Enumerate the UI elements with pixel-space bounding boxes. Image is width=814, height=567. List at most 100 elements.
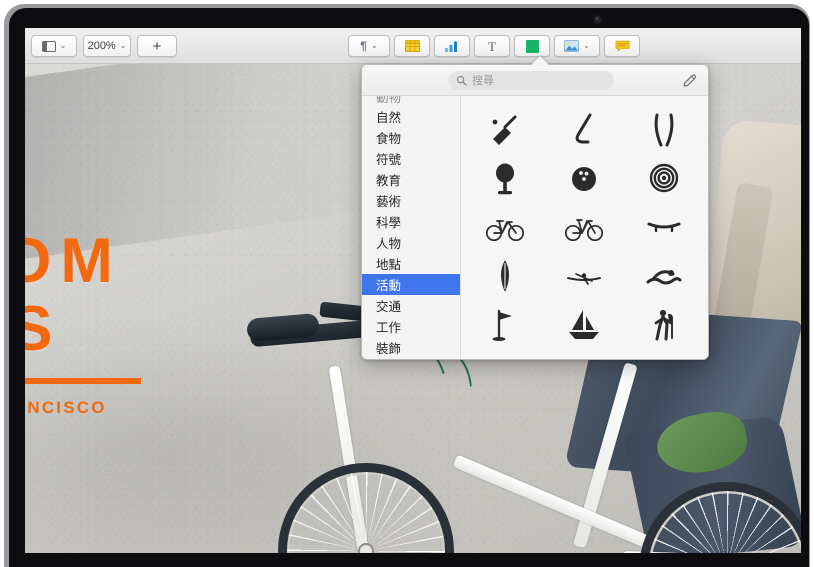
table-button[interactable] <box>394 35 430 57</box>
sailboat-icon <box>569 309 600 339</box>
view-button[interactable]: ⌄ <box>31 35 77 57</box>
category-label: 交通 <box>376 300 402 314</box>
search-field[interactable] <box>448 71 614 90</box>
format-button[interactable]: ¶ ⌄ <box>348 35 390 57</box>
shape-cell-17[interactable] <box>624 349 704 359</box>
shape-cell-11[interactable] <box>624 251 704 300</box>
category-label: 符號 <box>376 153 402 167</box>
slide-title-block[interactable]: STOM KES S, SAN FRANCISCO <box>25 229 141 418</box>
category-item-0[interactable]: 動物 <box>362 96 460 106</box>
media-image-icon <box>564 40 580 52</box>
app-toolbar: ⌄ 200% ⌄ + ¶ ⌄ T ⌄ <box>25 28 801 64</box>
road-bicycle-icon <box>485 219 524 241</box>
shape-cell-16[interactable] <box>545 349 625 359</box>
shape-cell-3[interactable] <box>465 153 545 202</box>
chart-icon <box>445 41 457 52</box>
crossed-skis-icon <box>654 113 674 146</box>
category-item-2[interactable]: 食物 <box>362 127 460 148</box>
zoom-level-label: 200% <box>87 40 116 52</box>
table-tennis-paddle-icon <box>495 163 514 194</box>
shape-cell-12[interactable] <box>465 300 545 349</box>
pen-draw-icon[interactable] <box>681 72 698 89</box>
category-label: 教育 <box>376 174 402 188</box>
category-label: 人物 <box>376 237 402 251</box>
chart-button[interactable] <box>434 35 470 57</box>
bowling-ball-icon <box>572 166 597 191</box>
cricket-bat-icon <box>492 115 517 145</box>
add-slide-button[interactable]: + <box>137 35 177 57</box>
shape-cell-10[interactable] <box>545 251 625 300</box>
category-item-10[interactable]: 交通 <box>362 295 460 316</box>
shape-cell-2[interactable] <box>624 104 704 153</box>
slide-subtitle: S, SAN FRANCISCO <box>25 397 107 417</box>
popover-header <box>362 65 708 96</box>
category-item-12[interactable]: 裝飾 <box>362 337 460 358</box>
category-label: 地點 <box>376 258 402 272</box>
shape-cell-1[interactable] <box>545 104 625 153</box>
media-button[interactable]: ⌄ <box>554 35 600 57</box>
popover-body: 動物自然食物符號教育藝術科學人物地點活動交通工作裝飾 <box>362 96 708 359</box>
category-item-3[interactable]: 符號 <box>362 148 460 169</box>
hockey-stick-icon <box>576 113 592 143</box>
category-item-4[interactable]: 教育 <box>362 169 460 190</box>
boot-icon <box>577 358 587 359</box>
search-input[interactable] <box>472 74 606 87</box>
category-label: 自然 <box>376 111 402 125</box>
text-button[interactable]: T <box>474 35 510 57</box>
category-label: 裝飾 <box>376 342 402 356</box>
shape-cell-5[interactable] <box>624 153 704 202</box>
category-item-9[interactable]: 活動 <box>362 274 460 295</box>
slide-title-rule <box>25 377 141 384</box>
rowing-scull-icon <box>567 272 602 285</box>
category-label: 動物 <box>376 96 402 105</box>
chevron-down-icon: ⌄ <box>59 41 67 50</box>
category-item-8[interactable]: 地點 <box>362 253 460 274</box>
view-panel-icon <box>41 40 56 52</box>
category-label: 活動 <box>376 279 402 293</box>
beach-umbrella-icon <box>485 354 525 360</box>
category-list[interactable]: 動物自然食物符號教育藝術科學人物地點活動交通工作裝飾 <box>362 96 461 359</box>
category-item-11[interactable]: 工作 <box>362 316 460 337</box>
shape-cell-4[interactable] <box>545 153 625 202</box>
skateboard-icon <box>647 222 681 232</box>
chevron-down-icon: ⌄ <box>119 41 127 50</box>
shape-glyph-grid[interactable] <box>461 96 708 359</box>
shape-icon <box>525 39 539 53</box>
shape-cell-8[interactable] <box>624 202 704 251</box>
laptop-device: STOM KES S, SAN FRANCISCO ⌄ 200% ⌄ + ¶ ⌄ <box>0 0 814 567</box>
slide-title-line-2: KES <box>25 294 62 365</box>
dartboard-icon <box>649 163 679 192</box>
text-icon: T <box>488 38 496 54</box>
screen-chin <box>9 553 809 567</box>
camera-dot-icon <box>594 16 601 23</box>
swimmer-icon <box>646 269 682 284</box>
shape-cell-15[interactable] <box>465 349 545 359</box>
app-window: STOM KES S, SAN FRANCISCO ⌄ 200% ⌄ + ¶ ⌄ <box>25 28 801 567</box>
comment-button[interactable] <box>604 35 640 57</box>
category-item-7[interactable]: 人物 <box>362 232 460 253</box>
paragraph-icon: ¶ <box>360 39 367 53</box>
golf-flag-icon <box>492 309 512 341</box>
shape-button[interactable] <box>514 35 550 57</box>
zoom-button[interactable]: 200% ⌄ <box>83 35 131 57</box>
shape-cell-9[interactable] <box>465 251 545 300</box>
category-label: 食物 <box>376 132 402 146</box>
hiker-icon <box>654 309 674 340</box>
popover-arrow <box>531 56 549 65</box>
category-label: 科學 <box>376 216 402 230</box>
bicycle-icon <box>565 218 604 241</box>
shape-cell-0[interactable] <box>465 104 545 153</box>
shape-cell-13[interactable] <box>545 300 625 349</box>
search-icon <box>456 75 467 86</box>
category-item-6[interactable]: 科學 <box>362 211 460 232</box>
chevron-down-icon: ⌄ <box>370 41 378 50</box>
shape-cell-7[interactable] <box>545 202 625 251</box>
slide-title-line-1: STOM <box>25 226 122 296</box>
boot-icon <box>657 358 667 359</box>
category-item-5[interactable]: 藝術 <box>362 190 460 211</box>
chevron-down-icon: ⌄ <box>583 41 590 50</box>
shape-cell-6[interactable] <box>465 202 545 251</box>
shape-cell-14[interactable] <box>624 300 704 349</box>
category-item-1[interactable]: 自然 <box>362 106 460 127</box>
comment-icon <box>615 40 629 52</box>
